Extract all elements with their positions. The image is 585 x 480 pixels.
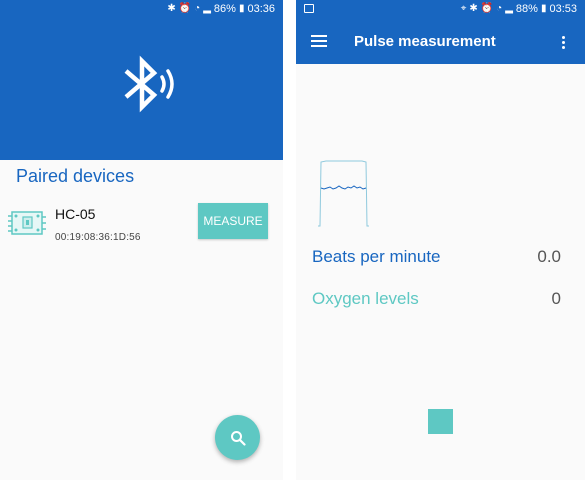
- app-bar: ⌖ ✱ ⏰ ◔ ▂ 88% ▮ 03:53 Pulse measurement: [296, 0, 585, 64]
- pulse-measurement-screen: ⌖ ✱ ⏰ ◔ ▂ 88% ▮ 03:53 Pulse measurement …: [296, 0, 585, 480]
- paired-devices-screen: ✱ ⏰ ◔ ▂ 86% ▮ 03:36 Paired devices HC-05…: [0, 0, 283, 480]
- device-address: 00:19:08:36:1D:56: [55, 232, 141, 243]
- location-icon: ⌖: [460, 3, 467, 14]
- gallery-notification-icon: [304, 4, 314, 13]
- pulse-waveform-graph: [318, 160, 369, 227]
- search-fab-button[interactable]: [215, 415, 260, 460]
- clock: 03:36: [247, 3, 275, 15]
- page-title: Pulse measurement: [354, 33, 496, 50]
- device-name: HC-05: [55, 206, 96, 222]
- battery-icon: ▮: [238, 3, 245, 14]
- overflow-menu-icon[interactable]: [562, 36, 566, 49]
- signal-icon: ▂: [203, 3, 211, 14]
- bluetooth-status-icon: ✱: [469, 3, 478, 14]
- status-bar: ⌖ ✱ ⏰ ◔ ▂ 88% ▮ 03:53: [296, 0, 585, 18]
- alarm-icon: ⏰: [480, 3, 494, 14]
- bluetooth-header: ✱ ⏰ ◔ ▂ 86% ▮ 03:36: [0, 0, 283, 160]
- bluetooth-status-icon: ✱: [167, 3, 176, 14]
- battery-icon: ▮: [540, 3, 547, 14]
- stop-button[interactable]: [428, 409, 453, 434]
- signal-icon: ▂: [505, 3, 513, 14]
- hamburger-menu-icon[interactable]: [311, 35, 327, 47]
- clock: 03:53: [549, 3, 577, 15]
- wifi-icon: ◔: [194, 3, 201, 14]
- bluetooth-searching-icon: [124, 55, 174, 113]
- measure-button[interactable]: MEASURE: [198, 203, 268, 239]
- search-icon: [230, 430, 246, 446]
- battery-percent: 86%: [213, 3, 236, 15]
- wifi-icon: ◔: [496, 3, 503, 14]
- battery-percent: 88%: [515, 3, 538, 15]
- device-list-item[interactable]: HC-05 00:19:08:36:1D:56 MEASURE: [0, 200, 283, 250]
- alarm-icon: ⏰: [178, 3, 192, 14]
- circuit-board-icon: [8, 211, 46, 235]
- oxygen-value: 0: [551, 289, 561, 308]
- status-bar: ✱ ⏰ ◔ ▂ 86% ▮ 03:36: [0, 0, 283, 18]
- bpm-label: Beats per minute: [312, 247, 441, 266]
- oxygen-label: Oxygen levels: [312, 289, 419, 308]
- bpm-value: 0.0: [537, 247, 561, 266]
- section-title-paired-devices: Paired devices: [16, 166, 135, 186]
